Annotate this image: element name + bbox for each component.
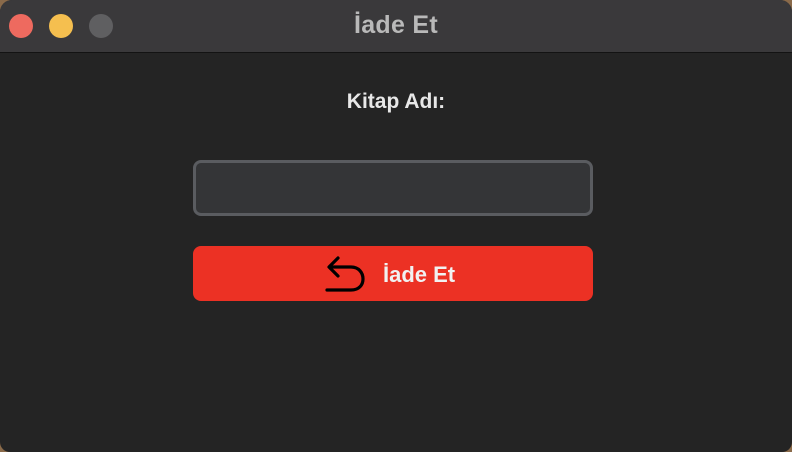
return-arrow-icon: [325, 256, 365, 292]
app-window: İade Et Kitap Adı: İade Et: [0, 0, 792, 452]
book-name-input[interactable]: [193, 160, 593, 216]
return-form: Kitap Adı: İade Et: [0, 54, 792, 452]
book-name-label: Kitap Adı:: [346, 90, 446, 113]
return-button-label: İade Et: [383, 262, 456, 287]
return-button[interactable]: İade Et: [193, 246, 593, 301]
window-title: İade Et: [353, 11, 439, 39]
title-bar[interactable]: İade Et: [0, 0, 792, 53]
